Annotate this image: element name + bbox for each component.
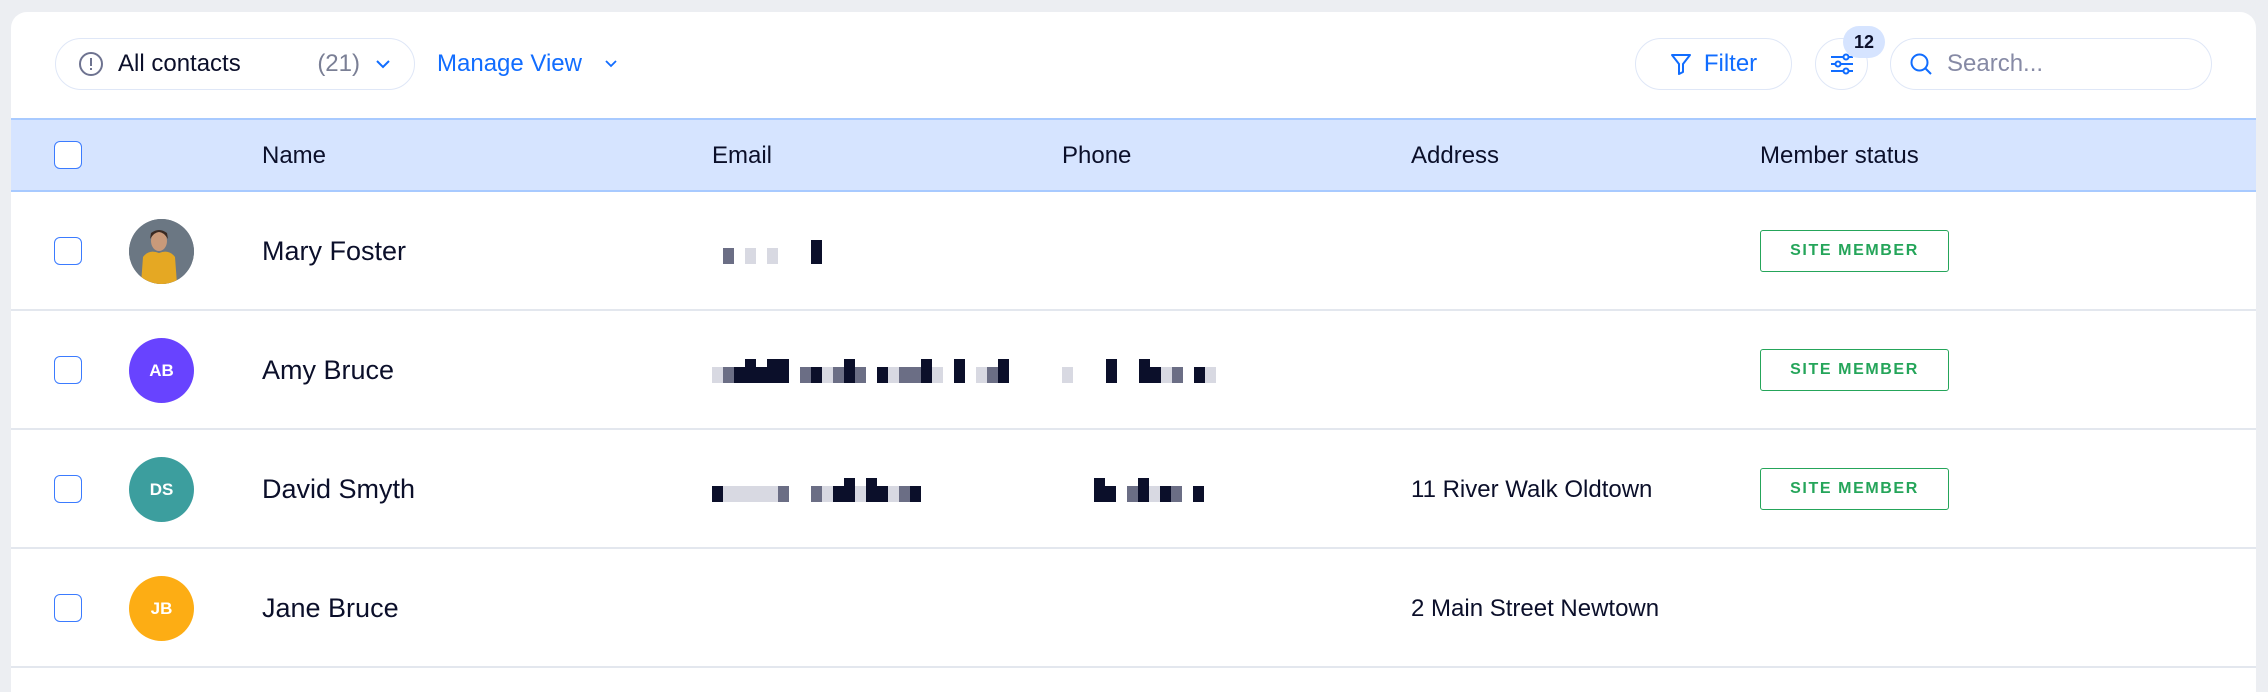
redacted-phone bbox=[1062, 359, 1237, 383]
row-checkbox[interactable] bbox=[54, 475, 82, 503]
table-row[interactable]: Mary Foster SITE MEMBER bbox=[11, 192, 2256, 311]
row-checkbox[interactable] bbox=[54, 237, 82, 265]
search-box[interactable] bbox=[1890, 38, 2212, 90]
table-header: Name Email Phone Address Member status bbox=[11, 118, 2256, 192]
filter-button[interactable]: Filter bbox=[1635, 38, 1792, 90]
sliders-icon bbox=[1830, 53, 1853, 75]
column-header-member-status[interactable]: Member status bbox=[1760, 142, 1919, 170]
table-row[interactable]: DS David Smyth 11 River Walk Oldtown SIT… bbox=[11, 430, 2256, 549]
row-checkbox[interactable] bbox=[54, 356, 82, 384]
chevron-down-icon bbox=[376, 60, 390, 69]
member-status-badge: SITE MEMBER bbox=[1760, 468, 1949, 510]
filter-icon bbox=[1670, 54, 1691, 75]
view-selector[interactable]: All contacts (21) bbox=[55, 38, 415, 90]
column-header-name[interactable]: Name bbox=[262, 142, 326, 170]
search-icon bbox=[1910, 53, 1932, 75]
manage-view-button[interactable]: Manage View bbox=[437, 50, 618, 78]
avatar: DS bbox=[129, 457, 194, 522]
filter-label: Filter bbox=[1703, 50, 1758, 77]
view-count: (21) bbox=[317, 50, 360, 77]
contacts-panel: All contacts (21) Manage View Filter 12 … bbox=[11, 12, 2256, 692]
contact-name[interactable]: David Smyth bbox=[262, 474, 415, 505]
settings-count-badge: 12 bbox=[1843, 26, 1885, 58]
search-input[interactable] bbox=[1945, 49, 2189, 79]
info-icon bbox=[79, 52, 103, 76]
manage-view-label: Manage View bbox=[437, 50, 582, 77]
redacted-email bbox=[712, 359, 1012, 383]
contact-address: 2 Main Street Newtown bbox=[1411, 595, 1660, 622]
contact-name[interactable]: Jane Bruce bbox=[262, 593, 399, 624]
avatar: JB bbox=[129, 576, 194, 641]
redacted-email bbox=[712, 478, 922, 502]
column-header-email[interactable]: Email bbox=[712, 142, 772, 170]
table-row[interactable]: JB Jane Bruce 2 Main Street Newtown bbox=[11, 549, 2256, 668]
avatar bbox=[129, 219, 194, 284]
select-all-checkbox[interactable] bbox=[54, 141, 82, 169]
avatar-initials: DS bbox=[149, 479, 174, 499]
profile-photo bbox=[129, 219, 194, 284]
row-checkbox[interactable] bbox=[54, 594, 82, 622]
column-header-address[interactable]: Address bbox=[1411, 142, 1499, 170]
avatar: AB bbox=[129, 338, 194, 403]
redacted-email bbox=[712, 240, 832, 264]
chevron-down-icon bbox=[605, 60, 617, 68]
view-label: All contacts bbox=[118, 50, 241, 77]
column-header-phone[interactable]: Phone bbox=[1062, 142, 1131, 170]
member-status-badge: SITE MEMBER bbox=[1760, 230, 1949, 272]
avatar-initials: JB bbox=[150, 598, 173, 618]
table-row[interactable]: AB Amy Bruce SITE MEMBER bbox=[11, 311, 2256, 430]
contact-address: 11 River Walk Oldtown bbox=[1411, 476, 1653, 503]
contact-name[interactable]: Amy Bruce bbox=[262, 355, 394, 386]
redacted-phone bbox=[1094, 478, 1204, 502]
contact-name[interactable]: Mary Foster bbox=[262, 236, 406, 267]
member-status-badge: SITE MEMBER bbox=[1760, 349, 1949, 391]
avatar-initials: AB bbox=[149, 360, 174, 380]
